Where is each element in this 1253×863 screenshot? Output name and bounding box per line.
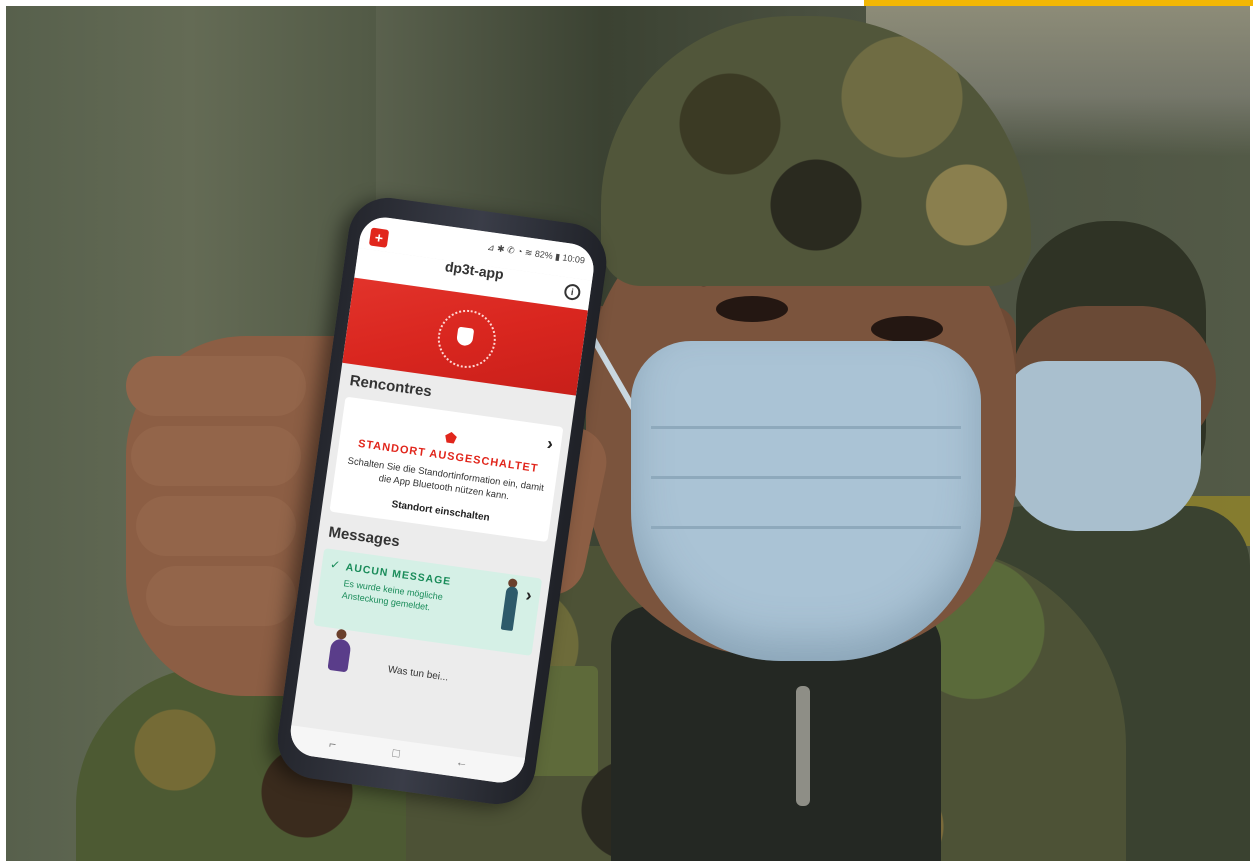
background-soldier-mask: [1006, 361, 1201, 531]
what-to-do-label: Was tun bei...: [387, 664, 449, 684]
recent-apps-icon[interactable]: ⌐: [328, 737, 337, 752]
finger: [126, 356, 306, 416]
sitting-person-head: [335, 628, 348, 640]
mask-pleat: [651, 476, 961, 479]
swiss-cross-icon: +: [368, 227, 390, 248]
sitting-person-illustration: [327, 638, 352, 673]
jacket-zipper: [796, 686, 810, 806]
back-icon[interactable]: ←: [455, 755, 469, 771]
soldier-eye-left: [716, 296, 788, 322]
soldier-eye-right: [871, 316, 943, 342]
mask-pleat: [651, 426, 961, 429]
mask-pleat: [651, 526, 961, 529]
finger: [131, 426, 301, 486]
status-icons: ⊿ ✱ ✆ ◔ ≋ 82% ▮ 10:09: [486, 241, 586, 266]
home-icon[interactable]: □: [392, 746, 401, 761]
check-icon: ✓: [329, 557, 342, 573]
photo-scene: ⊿ ✱ ✆ ◔ ≋ 82% ▮ 10:09 + dp3t-app i Renco…: [6, 6, 1250, 861]
finger: [146, 566, 296, 626]
face-mask: [631, 341, 981, 661]
chevron-right-icon[interactable]: ›: [546, 433, 555, 455]
finger: [136, 496, 296, 556]
